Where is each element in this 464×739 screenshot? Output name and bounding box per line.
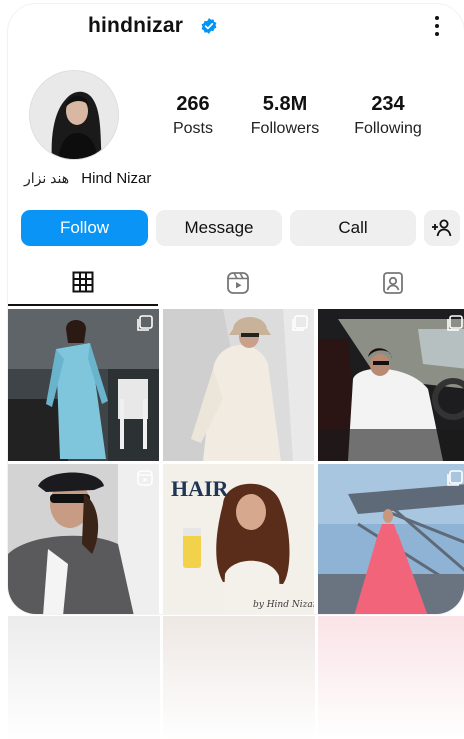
post-thumbnail[interactable] xyxy=(8,464,159,614)
message-button[interactable]: Message xyxy=(156,210,282,246)
tab-posts-grid[interactable] xyxy=(8,260,158,306)
post-brand-text: HAIR xyxy=(171,476,230,501)
profile-stats: 266 Posts 5.8M Followers 234 Following xyxy=(158,92,458,144)
tab-reels[interactable] xyxy=(163,260,313,306)
post-image xyxy=(8,464,159,614)
profile-tabs xyxy=(8,260,464,306)
multi-post-icon xyxy=(447,470,463,486)
profile-header: hindnizar xyxy=(8,4,464,46)
multi-post-icon xyxy=(292,315,308,331)
display-name-english: Hind Nizar xyxy=(81,170,152,187)
display-name-arabic: هند نزار xyxy=(24,170,70,186)
tagged-icon xyxy=(383,272,403,294)
following-count: 234 xyxy=(371,93,405,115)
post-thumbnail[interactable] xyxy=(163,309,314,461)
multi-post-icon xyxy=(137,315,153,331)
profile-card: hindnizar 266 Posts 5.8M Followers 234 F… xyxy=(8,4,464,614)
follow-button[interactable]: Follow xyxy=(21,210,148,246)
grid-icon xyxy=(72,271,94,293)
followers-count: 5.8M xyxy=(262,93,308,115)
add-user-button[interactable] xyxy=(424,210,460,246)
display-name: هند نزار Hind Nizar xyxy=(24,170,151,187)
posts-grid: HAIR by Hind Nizar xyxy=(8,309,464,614)
followers-stat[interactable]: 5.8M Followers xyxy=(235,92,335,140)
add-user-icon xyxy=(432,219,452,237)
post-image xyxy=(318,464,464,614)
post-image xyxy=(8,309,159,461)
more-options-icon[interactable] xyxy=(434,16,440,36)
tab-tagged[interactable] xyxy=(318,260,464,306)
following-stat[interactable]: 234 Following xyxy=(338,92,438,140)
post-thumbnail[interactable] xyxy=(8,309,159,461)
multi-post-icon xyxy=(447,315,463,331)
posts-stat[interactable]: 266 Posts xyxy=(143,92,243,140)
post-image xyxy=(318,309,464,461)
posts-label: Posts xyxy=(172,120,213,137)
post-thumbnail[interactable] xyxy=(318,309,464,461)
card-reflection xyxy=(0,616,464,739)
post-image xyxy=(163,309,314,461)
reel-post-icon xyxy=(137,470,153,486)
verified-badge-icon xyxy=(201,18,217,34)
call-button[interactable]: Call xyxy=(290,210,416,246)
following-label: Following xyxy=(354,120,422,137)
posts-count: 266 xyxy=(176,93,210,115)
avatar[interactable] xyxy=(29,70,119,160)
username: hindnizar xyxy=(88,14,184,37)
post-signature-text: by Hind Nizar xyxy=(253,600,314,610)
followers-label: Followers xyxy=(250,120,320,137)
reels-icon xyxy=(227,272,249,294)
post-thumbnail[interactable] xyxy=(318,464,464,614)
post-thumbnail[interactable]: HAIR by Hind Nizar xyxy=(163,464,314,614)
post-image: HAIR by Hind Nizar xyxy=(163,464,314,614)
